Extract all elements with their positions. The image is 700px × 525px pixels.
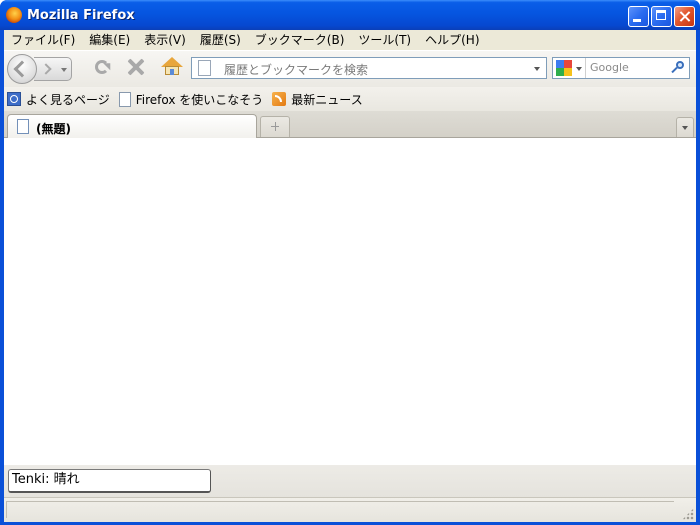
url-input[interactable]: 履歴とブックマークを検索 — [224, 61, 368, 78]
bookmark-getting-started[interactable]: Firefox を使いこなそう — [118, 91, 264, 108]
bookmark-latest-news[interactable]: 最新ニュース — [272, 91, 363, 108]
bookmark-label: よく見るページ — [26, 92, 110, 107]
minimize-button[interactable] — [628, 6, 649, 27]
title-bar[interactable]: Mozilla Firefox — [0, 0, 700, 30]
page-icon — [198, 60, 211, 76]
forward-button[interactable] — [34, 57, 72, 81]
stop-icon[interactable] — [126, 57, 146, 77]
bookmarks-toolbar: よく見るページ Firefox を使いこなそう 最新ニュース — [4, 87, 696, 111]
close-button[interactable] — [674, 6, 695, 27]
back-button[interactable] — [7, 54, 37, 84]
search-engine-dropdown-icon[interactable] — [576, 67, 582, 71]
menu-tools[interactable]: ツール(T) — [351, 31, 418, 49]
smart-bookmark-icon — [7, 92, 21, 106]
bookmark-label: 最新ニュース — [291, 92, 363, 107]
tab-title: (無題) — [36, 122, 71, 136]
url-bar[interactable]: 履歴とブックマークを検索 — [191, 57, 547, 79]
menu-view[interactable]: 表示(V) — [137, 31, 193, 49]
navigation-toolbar: 履歴とブックマークを検索 Google — [4, 50, 696, 87]
bookmark-label: Firefox を使いこなそう — [135, 92, 264, 107]
menu-bookmarks[interactable]: ブックマーク(B) — [248, 31, 352, 49]
firefox-icon — [6, 7, 22, 23]
home-door — [170, 69, 174, 75]
page-icon — [118, 91, 131, 107]
resize-grip-icon[interactable] — [682, 508, 694, 520]
search-input[interactable]: Google — [590, 61, 629, 74]
menu-history[interactable]: 履歴(S) — [193, 31, 248, 49]
menu-bar: ファイル(F) 編集(E) 表示(V) 履歴(S) ブックマーク(B) ツール(… — [4, 30, 696, 50]
home-icon[interactable] — [161, 57, 183, 77]
new-tab-button[interactable] — [260, 116, 290, 137]
menu-edit[interactable]: 編集(E) — [82, 31, 137, 49]
tenki-widget[interactable]: Tenki: 晴れ — [8, 469, 211, 493]
history-dropdown-icon[interactable] — [61, 68, 67, 72]
menu-file[interactable]: ファイル(F) — [4, 31, 82, 49]
url-dropdown-icon[interactable] — [534, 67, 540, 71]
bookmark-most-visited[interactable]: よく見るページ — [7, 91, 110, 108]
menu-help[interactable]: ヘルプ(H) — [418, 31, 486, 49]
window-title: Mozilla Firefox — [27, 8, 135, 23]
tab-strip: (無題) — [4, 111, 696, 138]
window-frame: ファイル(F) 編集(E) 表示(V) 履歴(S) ブックマーク(B) ツール(… — [4, 30, 696, 522]
tab-untitled[interactable]: (無題) — [7, 114, 257, 138]
reload-icon[interactable] — [95, 60, 109, 74]
status-bar — [4, 497, 696, 522]
page-content[interactable] — [4, 138, 696, 465]
search-icon[interactable] — [670, 61, 684, 75]
addon-bar: Tenki: 晴れ — [4, 465, 696, 497]
page-icon — [17, 119, 29, 134]
search-bar[interactable]: Google — [552, 57, 690, 79]
rss-feed-icon — [272, 92, 287, 106]
browser-window: Mozilla Firefox ファイル(F) 編集(E) 表示(V) 履歴(S… — [0, 0, 700, 525]
maximize-button[interactable] — [651, 6, 672, 27]
search-separator — [585, 58, 586, 78]
google-icon[interactable] — [556, 60, 572, 76]
forward-icon — [40, 63, 52, 75]
status-text — [6, 501, 674, 518]
list-all-tabs-button[interactable] — [676, 117, 694, 137]
